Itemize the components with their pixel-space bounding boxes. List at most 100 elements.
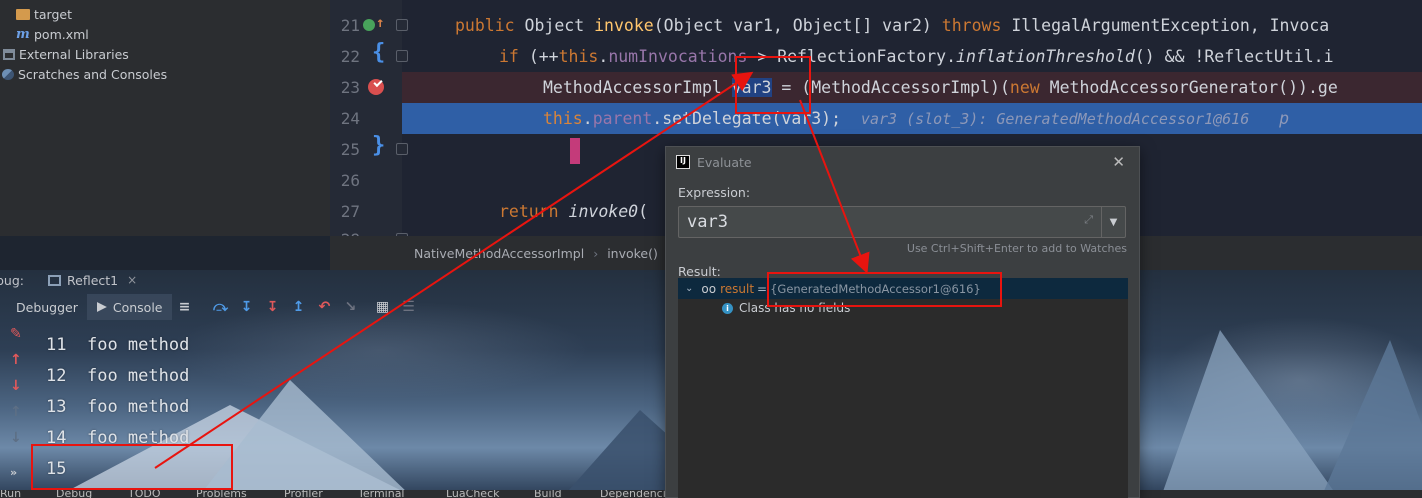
console-line: 11 foo method [46, 330, 189, 361]
watch-glasses-icon: oo [701, 281, 717, 296]
step-out-icon[interactable]: ↥ [290, 298, 308, 316]
scroll-up-icon[interactable]: ↑ [10, 404, 22, 420]
console-line-num: 11 [46, 335, 67, 355]
line-number: 27 [340, 202, 360, 221]
more-icon[interactable]: » [10, 466, 17, 479]
console-line-num: 13 [46, 397, 67, 417]
line-number: 24 [340, 109, 360, 128]
code-token: . [598, 47, 609, 66]
clear-icon[interactable]: ✎ [10, 326, 22, 342]
console-left-toolbar: ✎ ↑ ↓ ↑ ↓ » [0, 322, 34, 498]
chevron-down-icon[interactable]: ⌄ [685, 283, 693, 294]
evaluate-dialog: IJ Evaluate ✕ Expression: ⤢ ▼ Use Ctrl+S… [665, 146, 1140, 498]
step-over-icon[interactable]: ⤼ [212, 298, 230, 316]
background-mountain [1320, 340, 1422, 498]
force-step-into-icon[interactable]: ↧ [264, 298, 282, 316]
menu-icon[interactable]: ≡ [176, 298, 194, 316]
tool-tab-build[interactable]: Build [534, 490, 562, 498]
brace-open-marker: { [372, 40, 386, 65]
tool-tab-run[interactable]: Run [0, 490, 21, 498]
console-line-num: 12 [46, 366, 67, 386]
tree-item-label: External Libraries [19, 46, 129, 62]
annotation-box-var3 [735, 56, 811, 114]
up-arrow-icon[interactable]: ↑ [10, 352, 22, 368]
run-config-tab[interactable]: Reflect1 × [48, 273, 137, 288]
expression-input[interactable] [687, 209, 1077, 235]
intellij-logo-icon: IJ [676, 155, 690, 169]
editor-gutter[interactable]: 21 22 23 24 25 26 27 28 ↑ { } [330, 0, 408, 236]
chevron-down-icon[interactable]: ▼ [1101, 207, 1125, 237]
code-token: Object [524, 16, 595, 35]
code-token: ( [638, 202, 649, 221]
inline-debug-value: p [1279, 109, 1289, 128]
tree-item-label: target [34, 6, 73, 22]
close-icon[interactable]: × [127, 273, 137, 287]
tab-console[interactable]: Console [86, 294, 172, 320]
scratch-icon [2, 68, 14, 80]
line-number: 22 [340, 47, 360, 66]
expand-icon[interactable]: ⤢ [1084, 213, 1093, 227]
list-icon[interactable]: ☰ [400, 298, 418, 316]
library-icon [3, 48, 15, 60]
result-tree[interactable]: ⌄ oo result = {GeneratedMethodAccessor1@… [678, 278, 1128, 498]
tool-tab-terminal[interactable]: Terminal [358, 490, 405, 498]
table-icon[interactable]: ▦ [374, 298, 392, 316]
breadcrumb-item[interactable]: invoke() [607, 246, 658, 261]
code-token: parent [592, 109, 653, 128]
brace-close-marker: } [372, 133, 386, 158]
tab-debugger[interactable]: Debugger [0, 294, 87, 320]
scroll-down-icon[interactable]: ↓ [10, 430, 22, 446]
down-arrow-icon[interactable]: ↓ [10, 378, 22, 394]
dialog-title-bar[interactable]: IJ Evaluate [666, 147, 1139, 177]
code-token: (++ [528, 47, 559, 66]
tree-item-target[interactable]: target [0, 4, 72, 24]
chevron-right-icon: › [593, 245, 599, 261]
drop-frame-icon[interactable]: ↶ [316, 298, 334, 316]
console-line-text: foo method [86, 366, 190, 386]
tool-tab-luacheck[interactable]: LuaCheck [446, 490, 500, 498]
tool-tab-todo[interactable]: TODO [128, 490, 161, 498]
code-line-21[interactable]: public Object invoke(Object var1, Object… [402, 10, 1422, 41]
code-token: MethodAccessorGenerator()).ge [1049, 78, 1338, 97]
tree-item-label: pom.xml [34, 26, 89, 42]
console-line-text: foo method [86, 397, 190, 417]
code-token: () && !ReflectUtil.i [1134, 47, 1334, 66]
tree-item-external-libraries[interactable]: External Libraries [0, 44, 129, 64]
config-icon [48, 274, 62, 286]
console-line: 12 foo method [46, 361, 189, 392]
expression-label: Expression: [678, 185, 751, 200]
breadcrumb-item[interactable]: NativeMethodAccessorImpl [414, 246, 584, 261]
result-equals: = [757, 281, 768, 296]
tool-tab-debug[interactable]: Debug [56, 490, 92, 498]
close-icon[interactable]: ✕ [1112, 153, 1125, 171]
run-config-label: Reflect1 [67, 272, 119, 288]
inline-debug-value: var3 (slot_3): GeneratedMethodAccessor1@… [860, 110, 1250, 128]
code-token: MethodAccessorImpl [543, 78, 732, 97]
background-mountain [1160, 330, 1340, 498]
folder-icon [16, 8, 30, 20]
code-token: invoke0 [568, 202, 639, 221]
maven-icon: m [16, 26, 30, 42]
console-icon [96, 302, 107, 312]
code-line-23-breakpoint[interactable]: MethodAccessorImpl var3 = (MethodAccesso… [402, 72, 1422, 103]
code-token: return [499, 202, 569, 221]
line-number: 21 [340, 16, 360, 35]
info-icon: i [722, 302, 733, 314]
code-line-22[interactable]: if (++this.numInvocations > ReflectionFa… [402, 41, 1422, 72]
tree-item-pom[interactable]: m pom.xml [0, 24, 89, 44]
console-line: 13 foo method [46, 392, 189, 423]
tool-tab-profiler[interactable]: Profiler [284, 490, 323, 498]
code-token: public [455, 16, 525, 35]
code-token: throws [941, 16, 1012, 35]
tree-item-scratches[interactable]: Scratches and Consoles [0, 64, 167, 84]
tree-item-label: Scratches and Consoles [18, 66, 168, 82]
code-line-24-execution-point[interactable]: this.parent.setDelegate(var3); var3 (slo… [402, 103, 1422, 134]
run-to-cursor-icon[interactable]: ↘ [342, 298, 360, 316]
step-into-icon[interactable]: ↧ [238, 298, 256, 316]
code-token: . [582, 109, 593, 128]
override-method-icon[interactable] [363, 19, 375, 31]
tool-tab-problems[interactable]: Problems [196, 490, 247, 498]
code-token: if [499, 47, 529, 66]
brace-highlight [570, 137, 580, 164]
dialog-title: Evaluate [697, 154, 752, 170]
